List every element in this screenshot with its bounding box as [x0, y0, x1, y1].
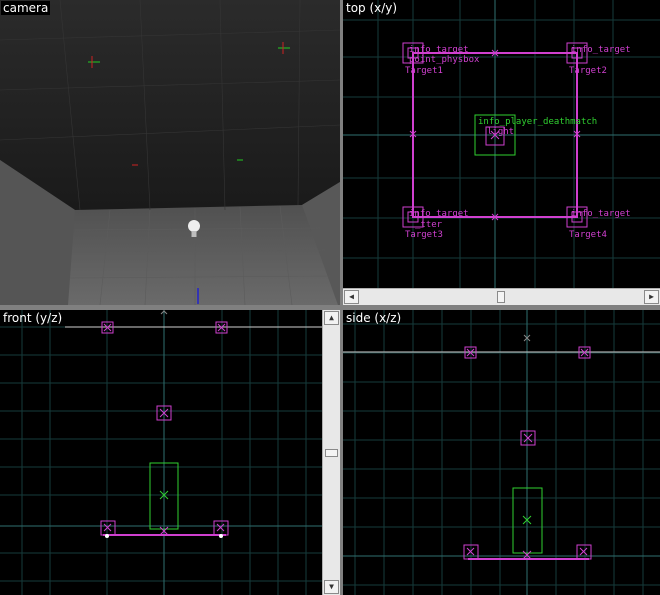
camera-viewport[interactable]: camera — [0, 0, 340, 305]
front-scrollbar-thumb[interactable] — [325, 449, 338, 457]
arrow-up-icon[interactable]: ▲ — [324, 311, 339, 325]
front-viewport[interactable]: front (y/z) ▲ ▼ — [0, 310, 340, 595]
side-render — [343, 310, 660, 595]
top-label-target1: Target1 — [405, 66, 443, 76]
front-title: front (y/z) — [3, 311, 63, 325]
front-vertical-scrollbar[interactable]: ▲ ▼ — [322, 310, 340, 595]
top-label-target1-class: info_target — [409, 45, 469, 55]
top-title: top (x/y) — [346, 1, 398, 15]
top-render — [343, 0, 660, 289]
side-grid — [343, 310, 660, 595]
top-label-target4-class: info_target — [571, 209, 631, 219]
top-label-trigger: _tter — [415, 220, 443, 230]
side-title: side (x/z) — [346, 311, 402, 325]
top-label-target3: Target3 — [405, 230, 443, 240]
side-viewport[interactable]: side (x/z) — [343, 310, 660, 595]
top-label-light: light — [487, 127, 515, 137]
arrow-right-icon[interactable]: ▶ — [644, 290, 659, 304]
top-label-physbox: point_physbox — [409, 55, 480, 65]
top-viewport[interactable]: top (x/y) info_target point_physbox Targ… — [343, 0, 660, 305]
arrow-down-icon[interactable]: ▼ — [324, 580, 339, 594]
top-label-deathmatch: info_player_deathmatch — [478, 117, 598, 127]
top-label-target2: Target2 — [569, 66, 607, 76]
top-label-target4: Target4 — [569, 230, 607, 240]
top-scrollbar-thumb[interactable] — [497, 291, 505, 303]
camera-title: camera — [1, 1, 51, 15]
top-label-target3-class: info_target — [409, 209, 469, 219]
front-axis — [0, 310, 323, 595]
top-horizontal-scrollbar[interactable]: ◀ ▶ — [343, 288, 660, 305]
front-grid — [0, 310, 323, 595]
top-label-target2-class: info_target — [571, 45, 631, 55]
arrow-left-icon[interactable]: ◀ — [344, 290, 359, 304]
camera-render — [0, 0, 340, 305]
front-render — [0, 310, 323, 595]
